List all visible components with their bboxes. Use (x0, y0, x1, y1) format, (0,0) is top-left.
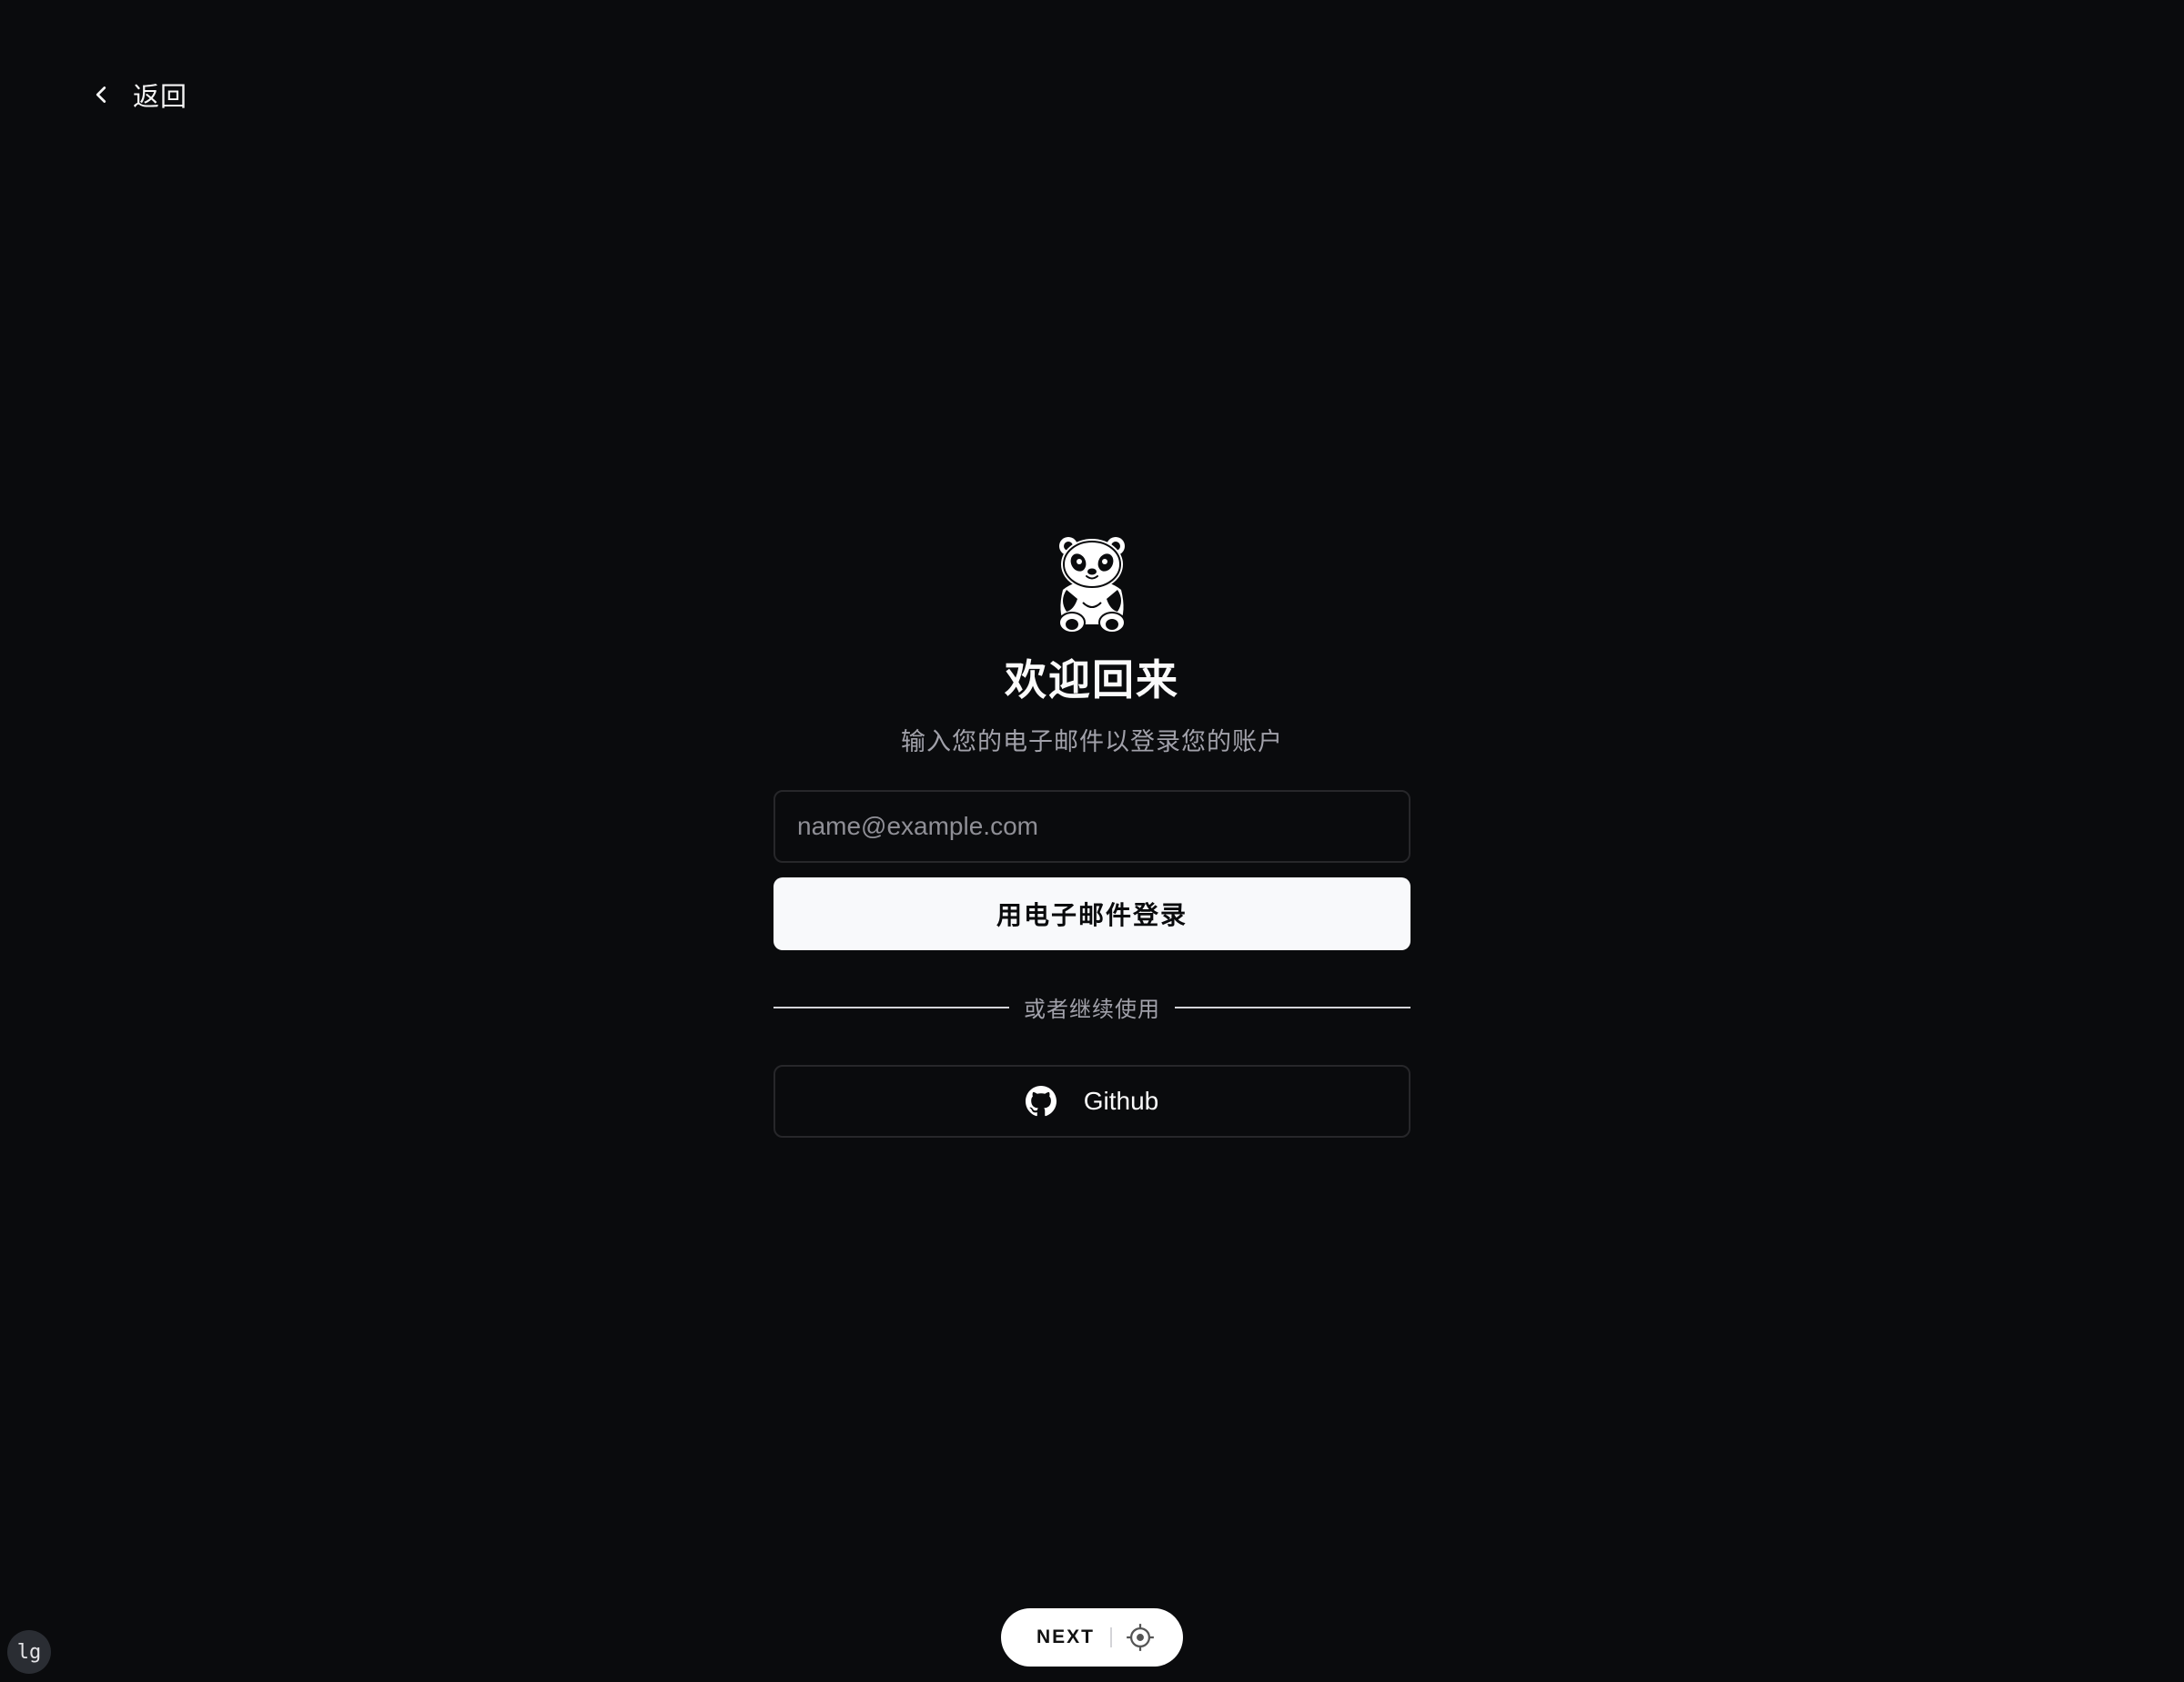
github-login-button[interactable]: Github (774, 1064, 1410, 1138)
next-brand-label: NEXT (1036, 1626, 1095, 1647)
github-label: Github (1083, 1086, 1159, 1115)
dev-toolbar[interactable]: NEXT (1001, 1608, 1183, 1667)
login-form: 欢迎回来 输入您的电子邮件以登录您的账户 用电子邮件登录 或者继续使用 Gith… (774, 533, 1410, 1138)
back-label: 返回 (133, 83, 188, 112)
email-login-label: 用电子邮件登录 (996, 900, 1188, 929)
chevron-left-icon (87, 81, 115, 108)
divider: 或者继续使用 (774, 994, 1410, 1023)
divider-line-right (1175, 1006, 1410, 1008)
github-icon (1025, 1085, 1057, 1116)
back-link[interactable]: 返回 (87, 73, 187, 117)
email-login-button[interactable]: 用电子邮件登录 (774, 876, 1410, 950)
divider-text: 或者继续使用 (1024, 998, 1160, 1023)
breakpoint-badge: lg (7, 1630, 51, 1674)
email-input[interactable] (774, 789, 1410, 863)
page-subtitle: 输入您的电子邮件以登录您的账户 (901, 727, 1283, 755)
panda-logo-icon (1058, 537, 1126, 633)
crosshair-icon[interactable] (1125, 1622, 1156, 1653)
toolbar-separator (1110, 1627, 1112, 1647)
divider-line-left (774, 1006, 1009, 1008)
page-title: 欢迎回来 (1005, 656, 1179, 704)
